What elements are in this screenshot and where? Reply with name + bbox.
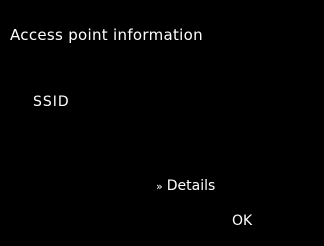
details-link[interactable]: » Details [156,178,215,194]
ok-button[interactable]: OK [232,213,252,229]
page-title: Access point information [10,26,203,44]
ssid-label: SSID [33,94,70,110]
double-chevron-right-icon: » [156,180,163,193]
details-label: Details [166,178,216,194]
access-point-info-screen: Access point information SSID » Details O… [0,0,324,246]
